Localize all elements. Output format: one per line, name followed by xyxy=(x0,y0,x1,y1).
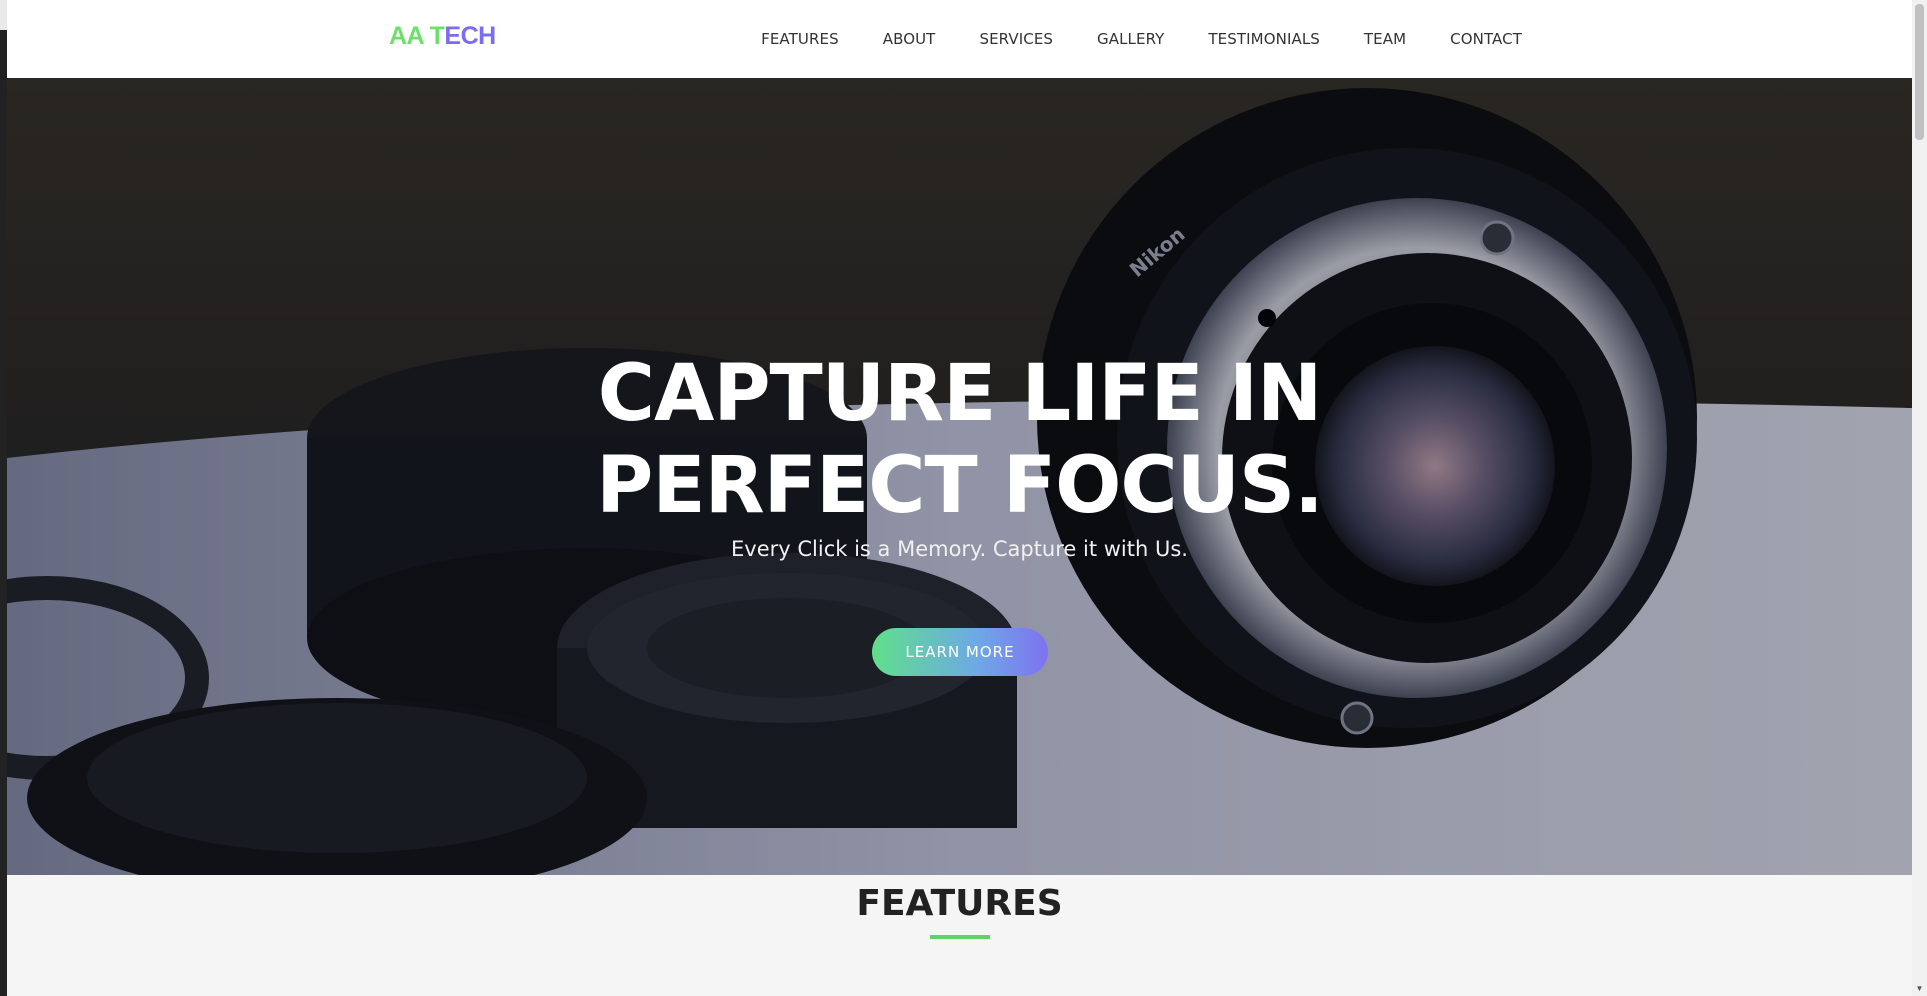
window-edge xyxy=(0,0,7,996)
nav-item-about: ABOUT xyxy=(883,30,936,49)
hero-title: CAPTURE LIFE IN PERFECT FOCUS. xyxy=(7,348,1912,532)
nav-item-features: FEATURES xyxy=(761,30,839,49)
vertical-scrollbar[interactable]: ▼ xyxy=(1912,0,1927,996)
hero-section: Nikon CAPTURE LIFE IN PERFECT FOCUS. Eve… xyxy=(7,78,1912,875)
nav-item-services: SERVICES xyxy=(979,30,1053,49)
scrollbar-thumb[interactable] xyxy=(1915,4,1924,140)
logo-link[interactable]: AA TECH xyxy=(389,22,496,51)
window-edge-top xyxy=(0,0,7,30)
logo-text-purple: ECH xyxy=(444,22,496,50)
nav-item-contact: CONTACT xyxy=(1450,30,1522,49)
logo-text-green: AA T xyxy=(389,22,445,50)
learn-more-button[interactable]: LEARN MORE xyxy=(872,628,1048,676)
nav-link-services[interactable]: SERVICES xyxy=(979,30,1053,48)
hero-subtitle: Every Click is a Memory. Capture it with… xyxy=(731,537,1188,561)
nav-menu: FEATURES ABOUT SERVICES GALLERY TESTIMON… xyxy=(761,0,1522,78)
nav-link-team[interactable]: TEAM xyxy=(1364,30,1406,48)
nav-item-team: TEAM xyxy=(1364,30,1406,49)
hero-title-line-2: PERFECT FOCUS. xyxy=(596,441,1324,531)
nav-link-about[interactable]: ABOUT xyxy=(883,30,936,48)
nav-item-gallery: GALLERY xyxy=(1097,30,1164,49)
nav-item-testimonials: TESTIMONIALS xyxy=(1208,30,1319,49)
nav-link-gallery[interactable]: GALLERY xyxy=(1097,30,1164,48)
navbar: AA TECH FEATURES ABOUT SERVICES GALLERY … xyxy=(7,0,1912,78)
scroll-down-arrow-icon[interactable]: ▼ xyxy=(1914,984,1925,994)
features-section: FEATURES xyxy=(7,875,1912,996)
nav-link-features[interactable]: FEATURES xyxy=(761,30,839,48)
hero-content: CAPTURE LIFE IN PERFECT FOCUS. Every Cli… xyxy=(7,78,1912,875)
features-heading-underline xyxy=(930,935,990,939)
page-viewport: AA TECH FEATURES ABOUT SERVICES GALLERY … xyxy=(7,0,1912,996)
nav-link-testimonials[interactable]: TESTIMONIALS xyxy=(1208,30,1319,48)
features-heading: FEATURES xyxy=(856,883,1063,924)
hero-title-line-1: CAPTURE LIFE IN xyxy=(597,349,1323,439)
nav-link-contact[interactable]: CONTACT xyxy=(1450,30,1522,48)
